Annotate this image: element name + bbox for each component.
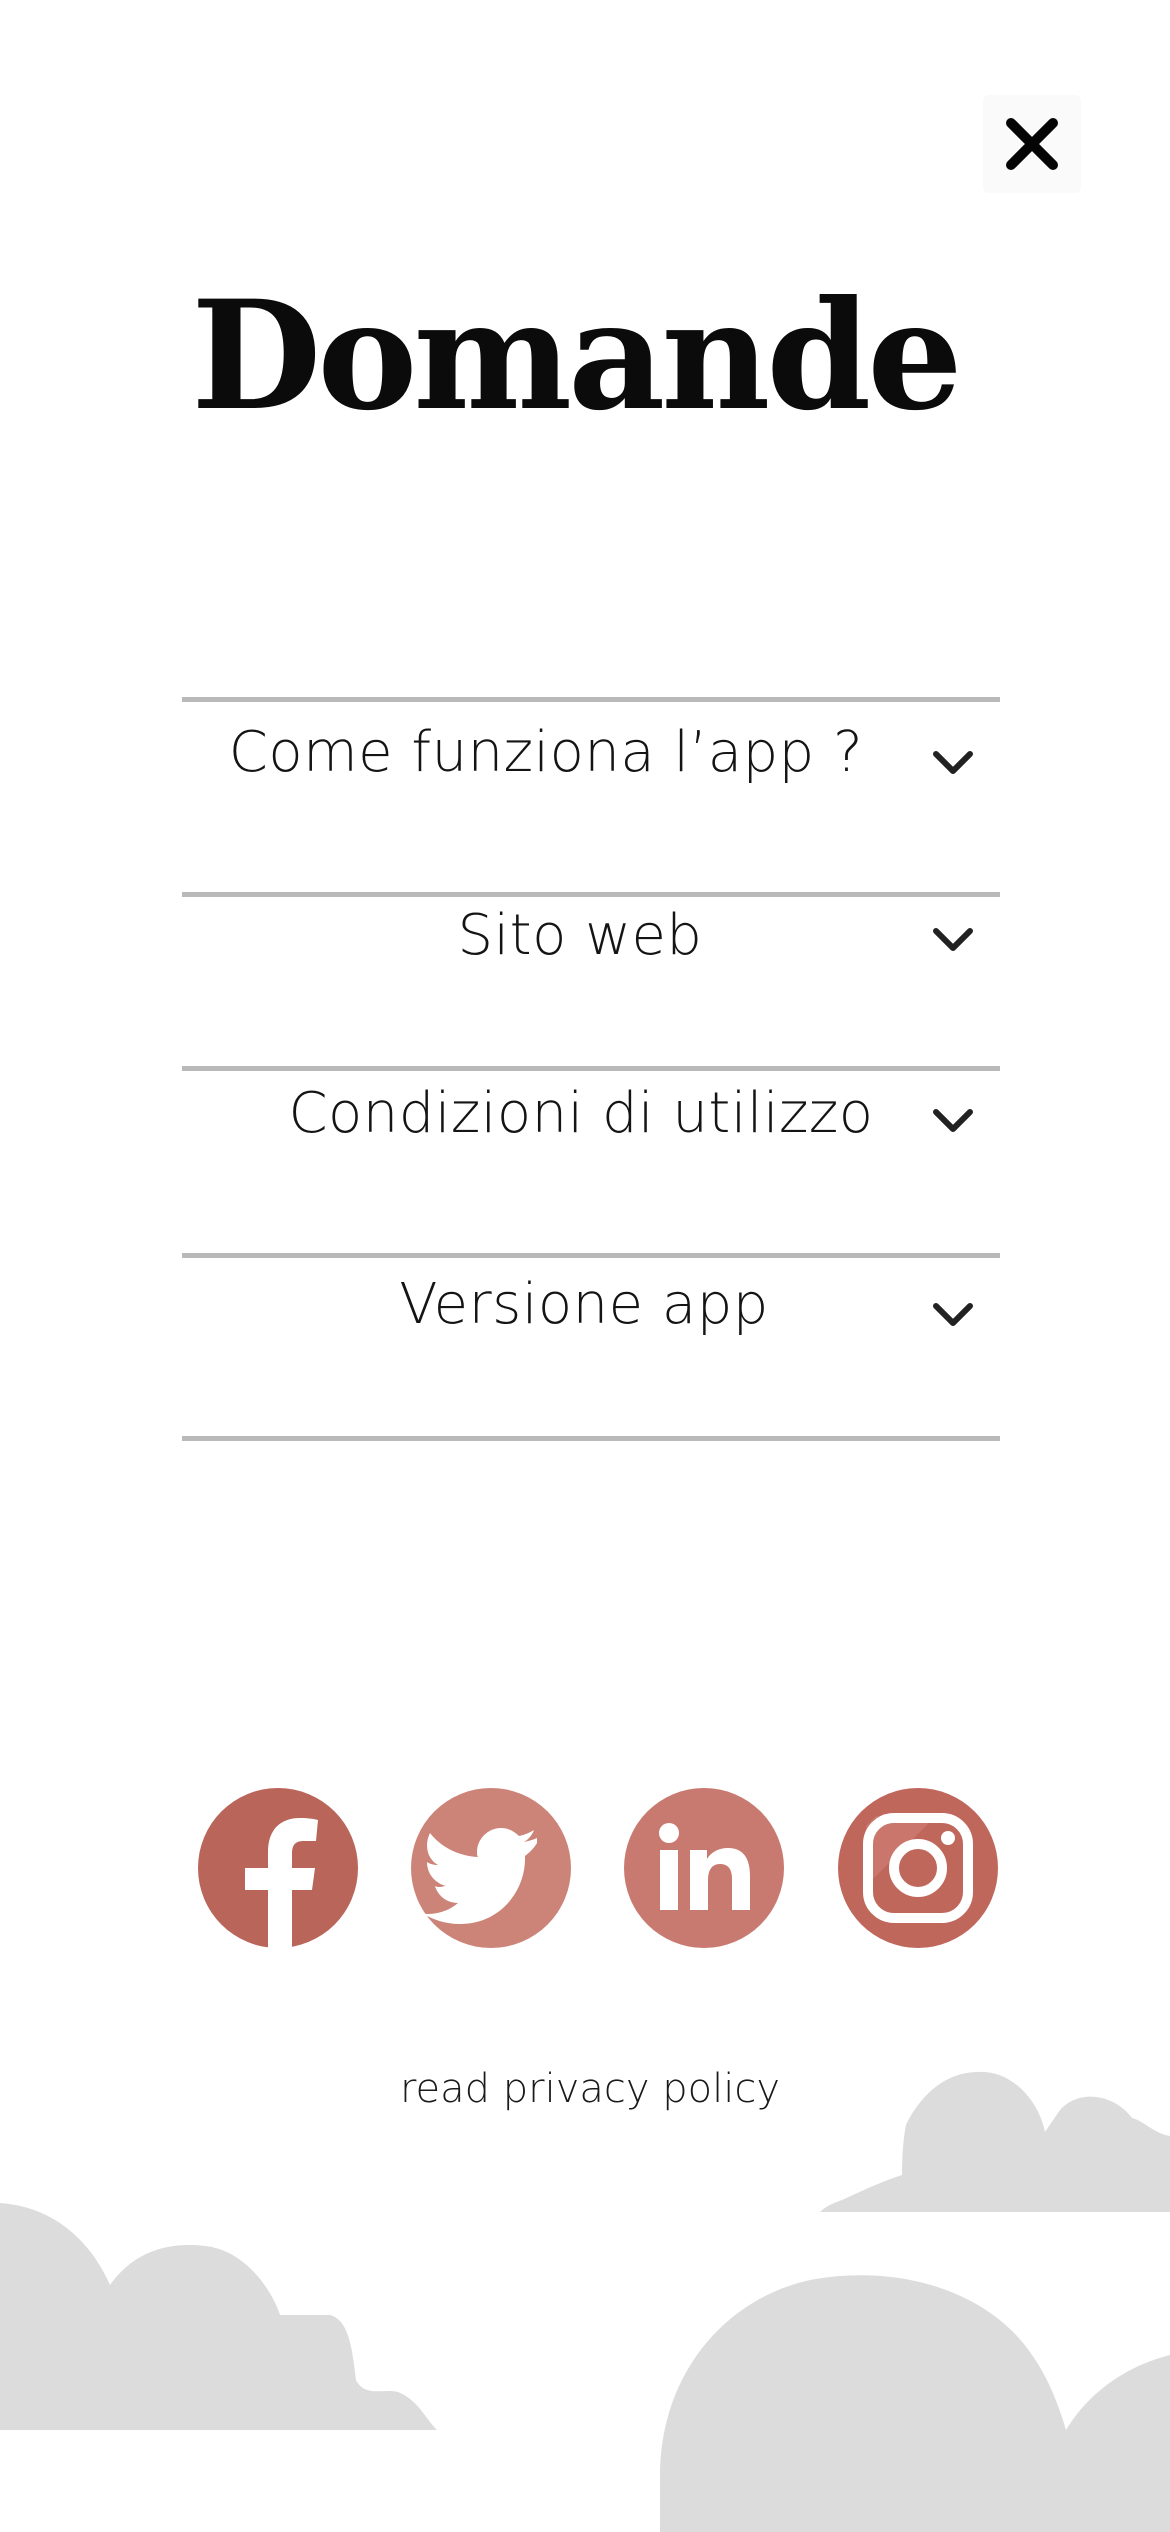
facebook-icon xyxy=(198,1788,358,1950)
faq-item-how-app-works[interactable]: Come funziona l’app ? xyxy=(182,702,1000,892)
chevron-down-icon xyxy=(933,751,973,774)
faq-item-label: Come funziona l’app ? xyxy=(228,720,864,785)
faq-list: Come funziona l’app ? Sito web Condizion… xyxy=(182,697,1000,1441)
faq-divider xyxy=(182,1436,1000,1441)
linkedin-icon xyxy=(624,1788,784,1948)
close-button[interactable] xyxy=(983,95,1081,193)
social-links xyxy=(196,1786,1000,1950)
faq-item-label: Sito web xyxy=(457,903,703,968)
faq-item-label: Versione app xyxy=(399,1272,769,1337)
faq-item-terms-of-use[interactable]: Condizioni di utilizzo xyxy=(182,1071,1000,1253)
chevron-down-icon xyxy=(933,928,973,951)
page-title: Domande xyxy=(191,268,962,444)
facebook-button[interactable] xyxy=(196,1786,360,1950)
close-icon xyxy=(1006,118,1058,170)
faq-item-website[interactable]: Sito web xyxy=(182,897,1000,1066)
twitter-icon xyxy=(411,1788,571,1948)
faq-item-label: Condizioni di utilizzo xyxy=(288,1081,874,1146)
linkedin-button[interactable] xyxy=(622,1786,786,1950)
twitter-button[interactable] xyxy=(409,1786,573,1950)
instagram-icon xyxy=(838,1788,998,1948)
instagram-button[interactable] xyxy=(836,1786,1000,1950)
faq-item-app-version[interactable]: Versione app xyxy=(182,1258,1000,1436)
privacy-policy-link[interactable]: read privacy policy xyxy=(0,2066,1170,2112)
chevron-down-icon xyxy=(933,1109,973,1132)
chevron-down-icon xyxy=(933,1303,973,1326)
